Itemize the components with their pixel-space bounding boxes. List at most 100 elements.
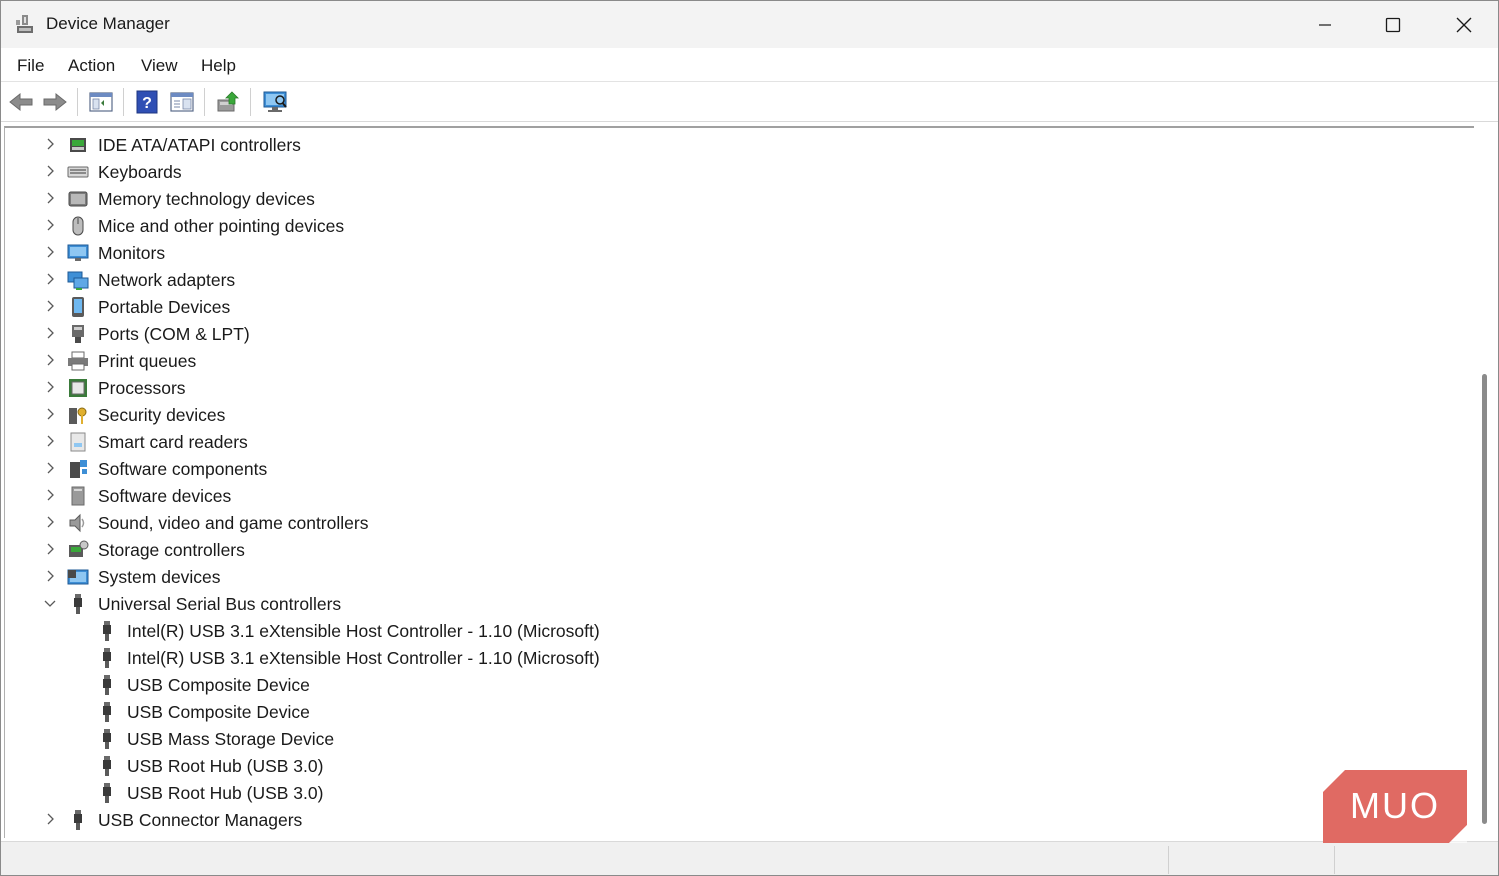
tree-category-label[interactable]: Processors bbox=[98, 378, 186, 399]
chevron-right-icon[interactable] bbox=[43, 299, 57, 313]
tree-device-row[interactable]: USB Root Hub (USB 3.0) bbox=[5, 779, 1465, 806]
menu-action[interactable]: Action bbox=[68, 56, 115, 76]
scan-hardware-icon bbox=[263, 91, 287, 112]
tree-device-label[interactable]: USB Mass Storage Device bbox=[127, 729, 334, 750]
minimize-button[interactable] bbox=[1290, 1, 1360, 48]
tree-device-row[interactable]: USB Composite Device bbox=[5, 671, 1465, 698]
tree-category-label[interactable]: Monitors bbox=[98, 243, 165, 264]
tree-device-label[interactable]: USB Composite Device bbox=[127, 675, 310, 696]
tree-category-row[interactable]: USB Connector Managers bbox=[5, 806, 1465, 833]
chevron-down-icon[interactable] bbox=[43, 596, 57, 610]
tree-category-row[interactable]: System devices bbox=[5, 563, 1465, 590]
update-driver-button[interactable] bbox=[214, 88, 242, 116]
tree-category-label[interactable]: Universal Serial Bus controllers bbox=[98, 594, 341, 615]
tree-category-label[interactable]: USB Connector Managers bbox=[98, 810, 302, 831]
scan-hardware-button[interactable] bbox=[261, 88, 289, 116]
chevron-right-icon[interactable] bbox=[43, 461, 57, 475]
toolbar: ? bbox=[1, 82, 1498, 122]
show-hide-console-tree-button[interactable] bbox=[87, 88, 115, 116]
tree-category-label[interactable]: IDE ATA/ATAPI controllers bbox=[98, 135, 301, 156]
tree-category-label[interactable]: Software components bbox=[98, 459, 267, 480]
tree-category-label[interactable]: Network adapters bbox=[98, 270, 235, 291]
chevron-right-icon[interactable] bbox=[43, 353, 57, 367]
tree-device-label[interactable]: USB Root Hub (USB 3.0) bbox=[127, 756, 323, 777]
menu-file[interactable]: File bbox=[17, 56, 44, 76]
chevron-right-icon[interactable] bbox=[43, 326, 57, 340]
tree-category-label[interactable]: Print queues bbox=[98, 351, 196, 372]
help-button[interactable]: ? bbox=[133, 88, 161, 116]
menu-view[interactable]: View bbox=[141, 56, 178, 76]
close-button[interactable] bbox=[1429, 1, 1498, 48]
usb-icon bbox=[67, 809, 89, 831]
chevron-right-icon[interactable] bbox=[43, 137, 57, 151]
tree-category-row[interactable]: Mice and other pointing devices bbox=[5, 212, 1465, 239]
tree-category-label[interactable]: Ports (COM & LPT) bbox=[98, 324, 250, 345]
tree-category-row[interactable]: Software components bbox=[5, 455, 1465, 482]
chevron-right-icon[interactable] bbox=[43, 812, 57, 826]
tree-category-row[interactable]: Ports (COM & LPT) bbox=[5, 320, 1465, 347]
maximize-button[interactable] bbox=[1358, 1, 1428, 48]
tree-category-label[interactable]: Security devices bbox=[98, 405, 225, 426]
scrollbar-thumb[interactable] bbox=[1482, 374, 1487, 824]
tree-category-label[interactable]: Mice and other pointing devices bbox=[98, 216, 344, 237]
menu-bar: File Action View Help bbox=[1, 48, 1498, 82]
menu-help[interactable]: Help bbox=[201, 56, 236, 76]
tree-category-label[interactable]: Portable Devices bbox=[98, 297, 230, 318]
chevron-right-icon[interactable] bbox=[43, 434, 57, 448]
back-button[interactable] bbox=[7, 88, 35, 116]
tree-device-label[interactable]: Intel(R) USB 3.1 eXtensible Host Control… bbox=[127, 648, 600, 669]
properties-pane-button[interactable] bbox=[168, 88, 196, 116]
chevron-right-icon[interactable] bbox=[43, 272, 57, 286]
chevron-right-icon[interactable] bbox=[43, 569, 57, 583]
title-bar[interactable]: Device Manager bbox=[1, 1, 1498, 48]
tree-category-row[interactable]: Software devices bbox=[5, 482, 1465, 509]
tree-category-label[interactable]: System devices bbox=[98, 567, 221, 588]
tree-category-row[interactable]: Processors bbox=[5, 374, 1465, 401]
tree-category-row[interactable]: Network adapters bbox=[5, 266, 1465, 293]
vertical-scrollbar[interactable] bbox=[1474, 126, 1496, 838]
tree-device-row[interactable]: USB Mass Storage Device bbox=[5, 725, 1465, 752]
tree-device-row[interactable]: Intel(R) USB 3.1 eXtensible Host Control… bbox=[5, 644, 1465, 671]
forward-button[interactable] bbox=[41, 88, 69, 116]
tree-category-row[interactable]: Universal Serial Bus controllers bbox=[5, 590, 1465, 617]
tree-category-label[interactable]: Sound, video and game controllers bbox=[98, 513, 368, 534]
tree-category-row[interactable]: Portable Devices bbox=[5, 293, 1465, 320]
tree-device-label[interactable]: USB Composite Device bbox=[127, 702, 310, 723]
chevron-right-icon[interactable] bbox=[43, 515, 57, 529]
tree-device-row[interactable]: USB Composite Device bbox=[5, 698, 1465, 725]
tree-category-row[interactable]: IDE ATA/ATAPI controllers bbox=[5, 131, 1465, 158]
tree-category-label[interactable]: Smart card readers bbox=[98, 432, 248, 453]
tree-device-row[interactable]: Intel(R) USB 3.1 eXtensible Host Control… bbox=[5, 617, 1465, 644]
device-tree[interactable]: IDE ATA/ATAPI controllers Keyboards Memory… bbox=[4, 126, 1474, 838]
tree-device-row[interactable]: USB Root Hub (USB 3.0) bbox=[5, 752, 1465, 779]
usb-icon bbox=[96, 620, 118, 642]
chevron-right-icon[interactable] bbox=[43, 218, 57, 232]
usb-icon bbox=[96, 701, 118, 723]
minimize-icon bbox=[1319, 23, 1331, 26]
tree-category-row[interactable]: Monitors bbox=[5, 239, 1465, 266]
tree-device-label[interactable]: Intel(R) USB 3.1 eXtensible Host Control… bbox=[127, 621, 600, 642]
smart-card-reader-icon bbox=[67, 431, 89, 453]
tree-category-row[interactable]: Memory technology devices bbox=[5, 185, 1465, 212]
chevron-right-icon[interactable] bbox=[43, 380, 57, 394]
tree-category-label[interactable]: Keyboards bbox=[98, 162, 182, 183]
tree-category-row[interactable]: Print queues bbox=[5, 347, 1465, 374]
usb-icon bbox=[96, 755, 118, 777]
tree-device-label[interactable]: USB Root Hub (USB 3.0) bbox=[127, 783, 323, 804]
chevron-right-icon[interactable] bbox=[43, 164, 57, 178]
tree-category-label[interactable]: Software devices bbox=[98, 486, 231, 507]
toolbar-separator bbox=[123, 88, 124, 116]
chevron-right-icon[interactable] bbox=[43, 488, 57, 502]
tree-category-label[interactable]: Memory technology devices bbox=[98, 189, 315, 210]
chevron-right-icon[interactable] bbox=[43, 542, 57, 556]
chevron-right-icon[interactable] bbox=[43, 245, 57, 259]
tree-category-label[interactable]: Storage controllers bbox=[98, 540, 245, 561]
tree-category-row[interactable]: Sound, video and game controllers bbox=[5, 509, 1465, 536]
tree-category-row[interactable]: Smart card readers bbox=[5, 428, 1465, 455]
tree-category-row[interactable]: Keyboards bbox=[5, 158, 1465, 185]
tree-category-row[interactable]: Storage controllers bbox=[5, 536, 1465, 563]
tree-category-row[interactable]: Security devices bbox=[5, 401, 1465, 428]
chevron-right-icon[interactable] bbox=[43, 407, 57, 421]
chevron-right-icon[interactable] bbox=[43, 191, 57, 205]
system-device-icon bbox=[67, 566, 89, 588]
